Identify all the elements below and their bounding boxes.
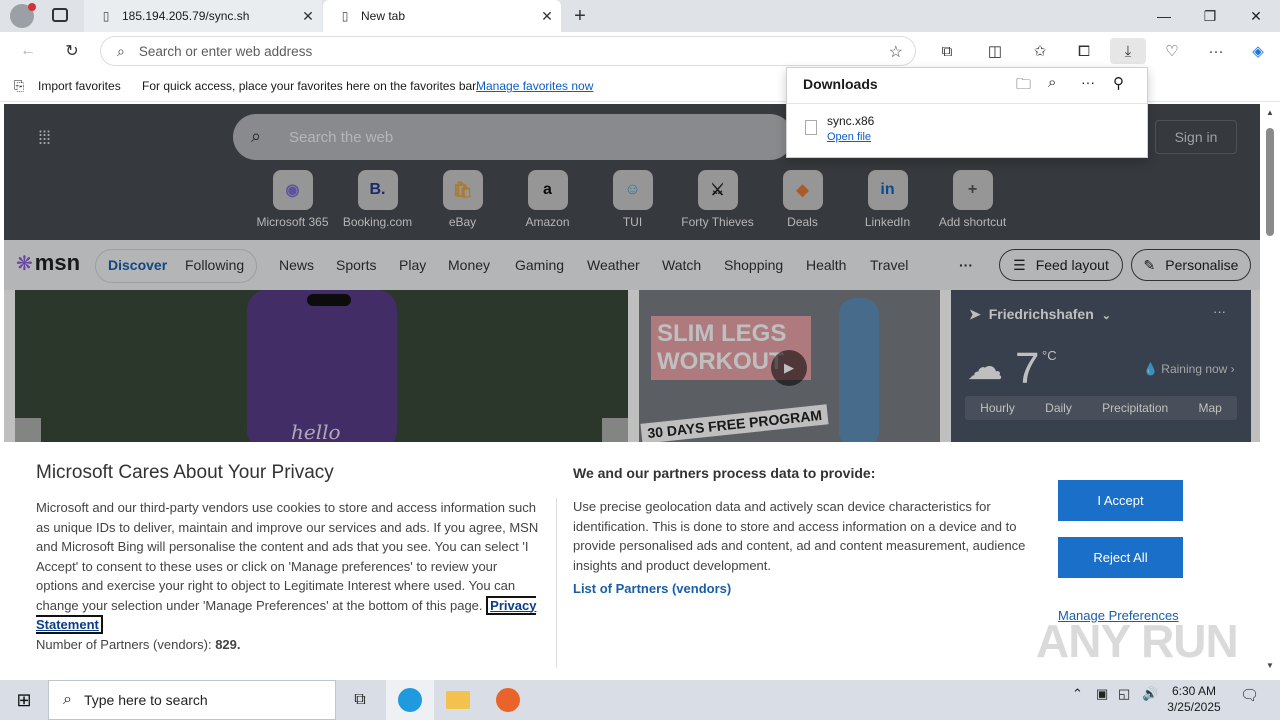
tab-new-tab[interactable]: ▯ New tab ✕ bbox=[323, 0, 561, 32]
back-button[interactable]: ← bbox=[14, 38, 42, 64]
file-explorer-icon[interactable] bbox=[434, 680, 482, 720]
file-icon bbox=[805, 120, 817, 135]
favbar-message: For quick access, place your favorites h… bbox=[142, 79, 479, 93]
search-icon: ⌕ bbox=[63, 691, 72, 708]
clock-time: 6:30 AM bbox=[1171, 684, 1217, 698]
firefox-icon[interactable] bbox=[484, 680, 532, 720]
divider bbox=[787, 103, 1147, 104]
profile-icon[interactable] bbox=[10, 3, 36, 28]
restore-button[interactable]: ❐ bbox=[1187, 0, 1233, 32]
import-favorites-link[interactable]: Import favorites bbox=[38, 79, 121, 93]
open-file-link[interactable]: Open file bbox=[827, 131, 871, 143]
scroll-down-icon[interactable]: ▼ bbox=[1266, 661, 1274, 670]
edge-taskbar-icon[interactable] bbox=[386, 680, 434, 720]
task-view-icon[interactable]: ⧉ bbox=[336, 680, 384, 720]
tab-actions-icon[interactable] bbox=[52, 8, 68, 22]
settings-more-icon[interactable]: ··· bbox=[1200, 38, 1232, 64]
purposes-title: We and our partners process data to prov… bbox=[573, 465, 876, 481]
accept-button[interactable]: I Accept bbox=[1058, 480, 1183, 521]
partners-number: 829. bbox=[215, 636, 241, 652]
taskbar-search-placeholder: Type here to search bbox=[83, 692, 208, 708]
extensions-icon[interactable]: ⧉ bbox=[931, 38, 963, 64]
tray-chevron-icon[interactable]: ⌃ bbox=[1072, 686, 1083, 702]
copilot-icon[interactable]: ◈ bbox=[1242, 38, 1274, 64]
page-scrollbar[interactable]: ▲ ▼ bbox=[1261, 104, 1280, 676]
privacy-body: Microsoft and our third-party vendors us… bbox=[36, 498, 542, 654]
search-icon[interactable]: ⌕ bbox=[1048, 74, 1056, 91]
partners-list-link[interactable]: List of Partners (vendors) bbox=[573, 581, 731, 596]
start-button[interactable]: ⊞ bbox=[0, 680, 48, 720]
divider bbox=[556, 498, 557, 668]
new-tab-button[interactable]: + bbox=[568, 4, 592, 28]
privacy-consent-banner: Microsoft Cares About Your Privacy Micro… bbox=[4, 442, 1260, 676]
open-folder-icon[interactable]: 🗀 bbox=[1016, 74, 1031, 99]
close-window-button[interactable]: ✕ bbox=[1233, 0, 1279, 32]
address-bar[interactable]: ⌕ Search or enter web address ☆ bbox=[100, 36, 916, 66]
downloads-title: Downloads bbox=[803, 76, 878, 92]
page-content: ⁞⁞⁞ ⌕ Search the web Sign in ◉ Microsoft … bbox=[4, 104, 1260, 676]
partners-label: Number of Partners (vendors): bbox=[36, 636, 212, 652]
privacy-title: Microsoft Cares About Your Privacy bbox=[36, 462, 334, 483]
favorite-star-icon[interactable]: ☆ bbox=[889, 42, 903, 62]
manage-favorites-link[interactable]: Manage favorites now bbox=[476, 79, 593, 93]
notifications-icon[interactable]: 🗨 bbox=[1240, 686, 1259, 704]
split-screen-icon[interactable]: ◫ bbox=[979, 38, 1011, 64]
favorites-icon[interactable]: ✩ bbox=[1024, 38, 1056, 64]
tab-label: New tab bbox=[361, 9, 406, 23]
clock-date: 3/25/2025 bbox=[1167, 700, 1221, 714]
import-favorites-icon[interactable]: ⎘ bbox=[14, 78, 24, 94]
page-icon: ▯ bbox=[102, 9, 110, 23]
tab-sync-sh[interactable]: ▯ 185.194.205.79/sync.sh ✕ bbox=[84, 0, 322, 32]
partners-count: Number of Partners (vendors): 829. bbox=[36, 635, 542, 655]
watermark-logo: ANY RUN bbox=[1036, 615, 1239, 667]
volume-icon[interactable]: 🔊 bbox=[1142, 686, 1158, 702]
reject-all-button[interactable]: Reject All bbox=[1058, 537, 1183, 578]
refresh-button[interactable]: ↻ bbox=[58, 38, 86, 64]
close-icon[interactable]: ✕ bbox=[294, 8, 322, 25]
page-icon: ▯ bbox=[341, 9, 349, 23]
purposes-body: Use precise geolocation data and activel… bbox=[573, 499, 1026, 573]
taskbar-search[interactable]: ⌕ Type here to search bbox=[48, 680, 336, 720]
scroll-thumb[interactable] bbox=[1266, 128, 1274, 236]
clock[interactable]: 6:30 AM 3/25/2025 bbox=[1166, 683, 1222, 715]
close-icon[interactable]: ✕ bbox=[533, 8, 561, 25]
scroll-up-icon[interactable]: ▲ bbox=[1266, 108, 1274, 117]
downloads-icon[interactable]: ⤓ bbox=[1110, 38, 1146, 64]
collections-icon[interactable]: ⧠ bbox=[1068, 38, 1100, 64]
network-icon[interactable]: ▣ bbox=[1096, 686, 1108, 702]
address-placeholder: Search or enter web address bbox=[138, 43, 313, 59]
minimize-button[interactable]: — bbox=[1141, 0, 1187, 32]
browser-essentials-icon[interactable]: ♡ bbox=[1156, 38, 1188, 64]
wifi-icon[interactable]: ◱ bbox=[1118, 686, 1130, 702]
tab-label: 185.194.205.79/sync.sh bbox=[122, 9, 250, 23]
privacy-body-text: Microsoft and our third-party vendors us… bbox=[36, 500, 539, 613]
downloads-panel: Downloads 🗀 ⌕ ··· ⚲ sync.x86 Open file bbox=[786, 67, 1148, 158]
pin-icon[interactable]: ⚲ bbox=[1113, 74, 1124, 92]
search-icon: ⌕ bbox=[117, 42, 125, 59]
download-filename[interactable]: sync.x86 bbox=[827, 114, 874, 128]
more-options-icon[interactable]: ··· bbox=[1081, 74, 1095, 90]
